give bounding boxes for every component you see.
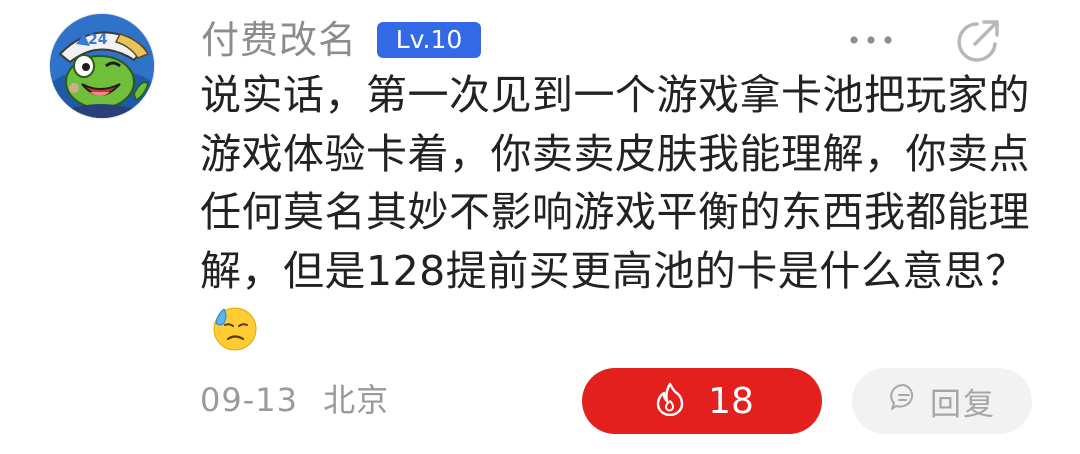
flame-icon [656, 382, 684, 420]
like-count: 18 [708, 380, 754, 422]
reply-button[interactable]: 回复 [852, 368, 1032, 434]
like-button[interactable]: 18 [582, 368, 822, 434]
reply-label: 回复 [930, 386, 996, 423]
level-badge: Lv.10 [377, 22, 481, 58]
user-avatar[interactable]: 24 [50, 14, 154, 118]
more-horizontal-icon[interactable] [846, 30, 896, 50]
comment-date: 09-13 [200, 381, 298, 419]
username[interactable]: 付费改名 [201, 16, 357, 64]
avatar-frog-image: 24 [50, 14, 154, 118]
share-arrow-icon[interactable] [951, 14, 1005, 68]
comment-meta: 09-13 北京 [200, 378, 389, 422]
comment-location: 北京 [323, 381, 390, 419]
downcast-face-with-sweat-emoji-icon [210, 303, 260, 353]
svg-text:24: 24 [88, 32, 108, 48]
comment-text: 说实话，第一次见到一个游戏拿卡池把玩家的游戏体验卡着，你卖卖皮肤我能理解，你卖点… [200, 71, 1030, 295]
comment-text-block: 说实话，第一次见到一个游戏拿卡池把玩家的游戏体验卡着，你卖卖皮肤我能理解，你卖点… [200, 66, 1030, 359]
speech-bubble-icon [888, 381, 920, 421]
